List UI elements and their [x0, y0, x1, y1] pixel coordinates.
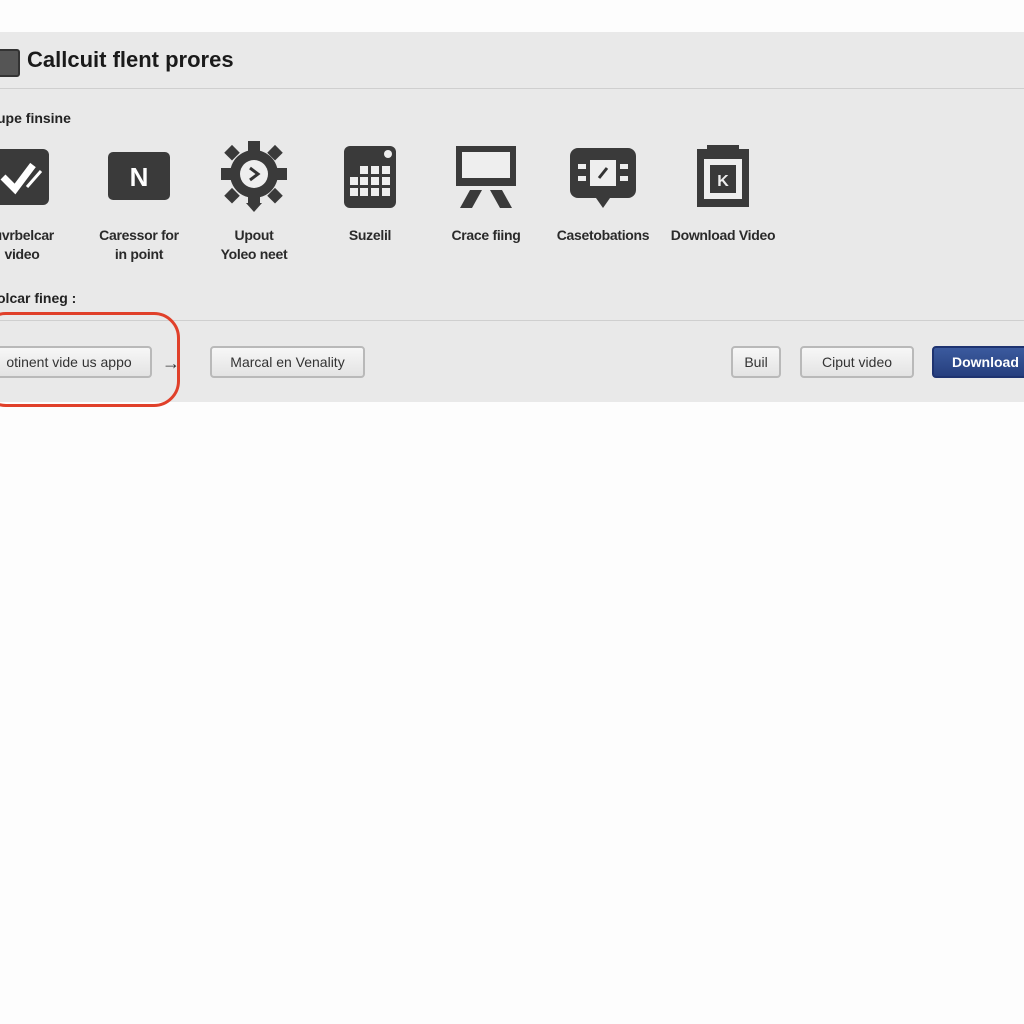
tool-label: Iuvrbelcar	[0, 227, 54, 243]
highlight-annotation	[0, 312, 180, 407]
section-label-actions: olcar fineg :	[0, 290, 77, 306]
tool-item-1[interactable]: Iuvrbelcar video	[0, 140, 82, 264]
svg-text:K: K	[717, 173, 729, 190]
download-button[interactable]: Download	[932, 346, 1024, 378]
app-icon	[0, 49, 20, 77]
tool-label: Yoleo neet	[220, 246, 288, 262]
monitor-stand-icon	[451, 140, 521, 212]
film-speech-icon	[568, 140, 638, 212]
step2-button[interactable]: Marcal en Venality	[210, 346, 365, 378]
tool-label: video	[4, 246, 40, 262]
svg-text:N: N	[130, 162, 149, 192]
tool-item-6[interactable]: Casetobations	[543, 140, 663, 245]
n-letter-icon: N	[104, 140, 174, 212]
output-video-button[interactable]: Ciput video	[800, 346, 914, 378]
tool-label: Download Video	[670, 227, 776, 243]
tool-label: Upout	[234, 227, 274, 243]
tool-item-7[interactable]: K Download Video	[663, 140, 783, 245]
window-title: Callcuit flent prores	[27, 47, 234, 72]
tool-label: in point	[114, 246, 164, 262]
divider	[0, 88, 1024, 89]
download-frame-icon: K	[688, 140, 758, 212]
tool-item-2[interactable]: N Caressor for in point	[79, 140, 199, 264]
tool-item-5[interactable]: Crace fiing	[426, 140, 546, 245]
build-button[interactable]: Buil	[731, 346, 781, 378]
tool-label: Casetobations	[556, 227, 650, 243]
section-label-tools: upe finsine	[0, 110, 71, 126]
tool-label: Caressor for	[99, 227, 179, 243]
grid-calculator-icon	[335, 140, 405, 212]
tool-label: Suzelil	[348, 227, 392, 243]
tool-item-4[interactable]: Suzelil	[310, 140, 430, 245]
checkmark-icon	[0, 140, 57, 212]
gear-play-icon	[219, 140, 289, 212]
tool-item-3[interactable]: Upout Yoleo neet	[194, 140, 314, 264]
tool-label: Crace fiing	[451, 227, 521, 243]
